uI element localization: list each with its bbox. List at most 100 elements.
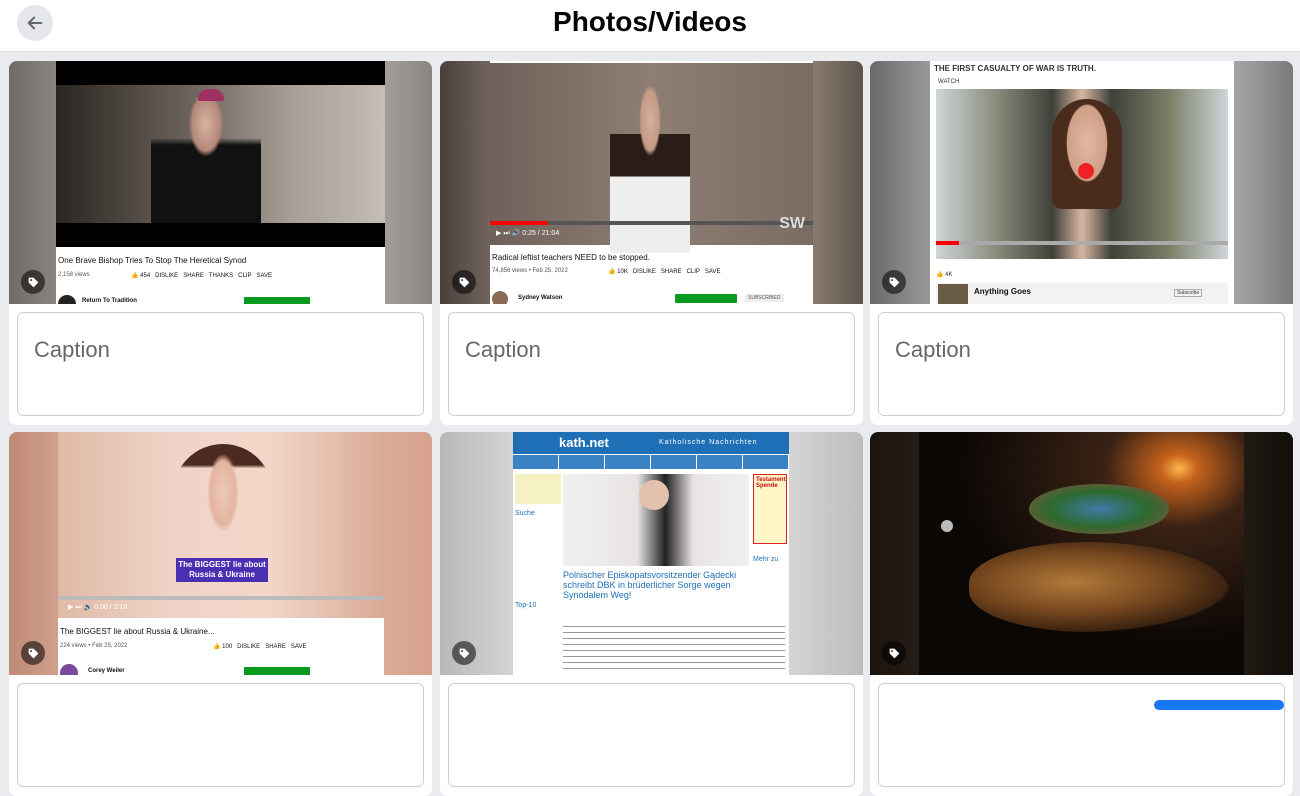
artwork-image bbox=[919, 432, 1244, 675]
caption-input[interactable]: Caption bbox=[448, 312, 855, 416]
media-card-3: THE FIRST CASUALTY OF WAR IS TRUTH. WATC… bbox=[870, 61, 1293, 425]
dislike-label: DISLIKE bbox=[155, 273, 179, 279]
channel-name: Return To Tradition bbox=[82, 298, 137, 304]
video-screenshot: One Brave Bishop Tries To Stop The Heret… bbox=[56, 61, 385, 304]
tag-button[interactable] bbox=[452, 270, 476, 294]
channel-avatar bbox=[58, 295, 76, 304]
media-thumbnail[interactable]: THE FIRST CASUALTY OF WAR IS TRUTH. WATC… bbox=[870, 61, 1293, 304]
done-button[interactable] bbox=[1154, 700, 1284, 710]
save-label: SAVE bbox=[256, 273, 273, 279]
media-card-1: One Brave Bishop Tries To Stop The Heret… bbox=[9, 61, 432, 425]
save-label: SAVE bbox=[290, 644, 307, 650]
channel-avatar bbox=[60, 664, 78, 675]
like-count: 100 bbox=[222, 644, 233, 650]
media-thumbnail[interactable]: ▶ ⏭ 🔊 0:25 / 21:04 SW Radical leftist te… bbox=[440, 61, 863, 304]
tag-button[interactable] bbox=[21, 641, 45, 665]
video-screenshot: The BIGGEST lie about Russia & Ukraine ▶… bbox=[58, 432, 384, 675]
sidebar-top10: Top-10 bbox=[515, 602, 537, 609]
site-logo: kath.net bbox=[559, 435, 609, 450]
caption-input[interactable] bbox=[878, 683, 1285, 787]
sidebar-search: Suche bbox=[515, 510, 535, 517]
caption-input[interactable] bbox=[17, 683, 424, 787]
media-thumbnail[interactable]: The BIGGEST lie about Russia & Ukraine ▶… bbox=[9, 432, 432, 675]
thanks-label: THANKS bbox=[208, 273, 234, 279]
like-count: 454 bbox=[140, 273, 151, 279]
subscribe-button bbox=[244, 297, 310, 304]
join-button bbox=[675, 294, 737, 303]
tag-icon bbox=[889, 648, 899, 658]
channel-name: Anything Goes bbox=[974, 287, 1031, 296]
video-frame: ▶ ⏭ 🔊 0:25 / 21:04 SW bbox=[490, 63, 813, 253]
channel-name: Corey Weiler bbox=[88, 668, 125, 674]
join-button bbox=[244, 667, 310, 675]
channel-avatar bbox=[492, 291, 508, 304]
video-title: Radical leftist teachers NEED to be stop… bbox=[492, 253, 650, 262]
dislike-label: DISLIKE bbox=[237, 644, 261, 650]
turtle bbox=[969, 542, 1229, 632]
channel-watermark: SW bbox=[779, 215, 805, 232]
video-title: The BIGGEST lie about Russia & Ukraine..… bbox=[60, 627, 215, 636]
article-headline: Polnischer Episkopatsvorsitzender Gądeck… bbox=[563, 570, 737, 600]
video-screenshot: ▶ ⏭ 🔊 0:25 / 21:04 SW Radical leftist te… bbox=[490, 61, 813, 304]
like-count: 10K bbox=[617, 269, 628, 275]
testament-ad: Testament Spende bbox=[753, 474, 787, 544]
video-time: 0:25 / 21:04 bbox=[522, 230, 560, 237]
subscribed-label: SUBSCRIBED bbox=[745, 294, 784, 302]
tag-button[interactable] bbox=[452, 641, 476, 665]
tag-icon bbox=[889, 277, 899, 287]
video-frame bbox=[936, 89, 1228, 259]
video-overlay-text: The BIGGEST lie about Russia & Ukraine bbox=[176, 558, 268, 582]
media-thumbnail[interactable]: One Brave Bishop Tries To Stop The Heret… bbox=[9, 61, 432, 304]
media-card-6 bbox=[870, 432, 1293, 796]
article-body bbox=[563, 626, 785, 672]
tag-icon bbox=[28, 648, 38, 658]
caption-input[interactable] bbox=[448, 683, 855, 787]
media-card-4: The BIGGEST lie about Russia & Ukraine ▶… bbox=[9, 432, 432, 796]
video-frame: The BIGGEST lie about Russia & Ukraine ▶… bbox=[58, 432, 384, 618]
flat-earth-disc bbox=[1029, 484, 1169, 534]
moon bbox=[941, 520, 953, 532]
video-actions: 👍 10K DISLIKE SHARE CLIP SAVE bbox=[608, 269, 721, 275]
news-screenshot: THE FIRST CASUALTY OF WAR IS TRUTH. WATC… bbox=[930, 61, 1234, 304]
caption-input[interactable]: Caption bbox=[878, 312, 1285, 416]
subscribe-label: Subscribe bbox=[1174, 289, 1203, 297]
header: Photos/Videos bbox=[0, 0, 1300, 52]
video-views: 74,856 views • Feb 25, 2022 bbox=[492, 268, 568, 274]
dislike-label: DISLIKE bbox=[632, 269, 656, 275]
tag-button[interactable] bbox=[882, 641, 906, 665]
media-card-2: ▶ ⏭ 🔊 0:25 / 21:04 SW Radical leftist te… bbox=[440, 61, 863, 425]
site-subtitle: Katholische Nachrichten bbox=[659, 439, 758, 446]
clip-label: CLIP bbox=[686, 269, 700, 275]
tag-icon bbox=[459, 277, 469, 287]
video-title: One Brave Bishop Tries To Stop The Heret… bbox=[58, 256, 247, 265]
channel-row: Anything Goes Subscribe bbox=[936, 283, 1228, 304]
headline: THE FIRST CASUALTY OF WAR IS TRUTH. bbox=[934, 64, 1096, 73]
page-title: Photos/Videos bbox=[553, 6, 747, 37]
share-label: SHARE bbox=[183, 273, 204, 279]
video-views: 2,158 views bbox=[58, 272, 90, 278]
share-label: SHARE bbox=[265, 644, 286, 650]
mehr-label: Mehr zu bbox=[753, 556, 779, 563]
caption-input[interactable]: Caption bbox=[17, 312, 424, 416]
news-screenshot: kath.net Katholische Nachrichten Suche T… bbox=[513, 432, 789, 675]
video-actions: 👍 454 DISLIKE SHARE THANKS CLIP SAVE bbox=[131, 273, 273, 279]
tag-icon bbox=[28, 277, 38, 287]
media-thumbnail[interactable] bbox=[870, 432, 1293, 675]
video-frame bbox=[56, 61, 385, 247]
media-thumbnail[interactable]: kath.net Katholische Nachrichten Suche T… bbox=[440, 432, 863, 675]
channel-name: Sydney Watson bbox=[518, 295, 563, 301]
share-label: SHARE bbox=[660, 269, 682, 275]
clip-label: CLIP bbox=[238, 273, 252, 279]
like-count: 4K bbox=[945, 272, 953, 278]
media-card-5: kath.net Katholische Nachrichten Suche T… bbox=[440, 432, 863, 796]
tag-button[interactable] bbox=[882, 270, 906, 294]
watch-label: WATCH bbox=[938, 79, 960, 85]
video-views: 224 views • Feb 25, 2022 bbox=[60, 643, 128, 649]
tag-icon bbox=[459, 648, 469, 658]
tag-button[interactable] bbox=[21, 270, 45, 294]
site-nav bbox=[513, 455, 789, 469]
save-label: SAVE bbox=[704, 269, 721, 275]
article-photo bbox=[563, 474, 749, 566]
site-header: kath.net Katholische Nachrichten bbox=[513, 432, 789, 454]
video-time: 0:00 / 2:16 bbox=[94, 604, 128, 611]
